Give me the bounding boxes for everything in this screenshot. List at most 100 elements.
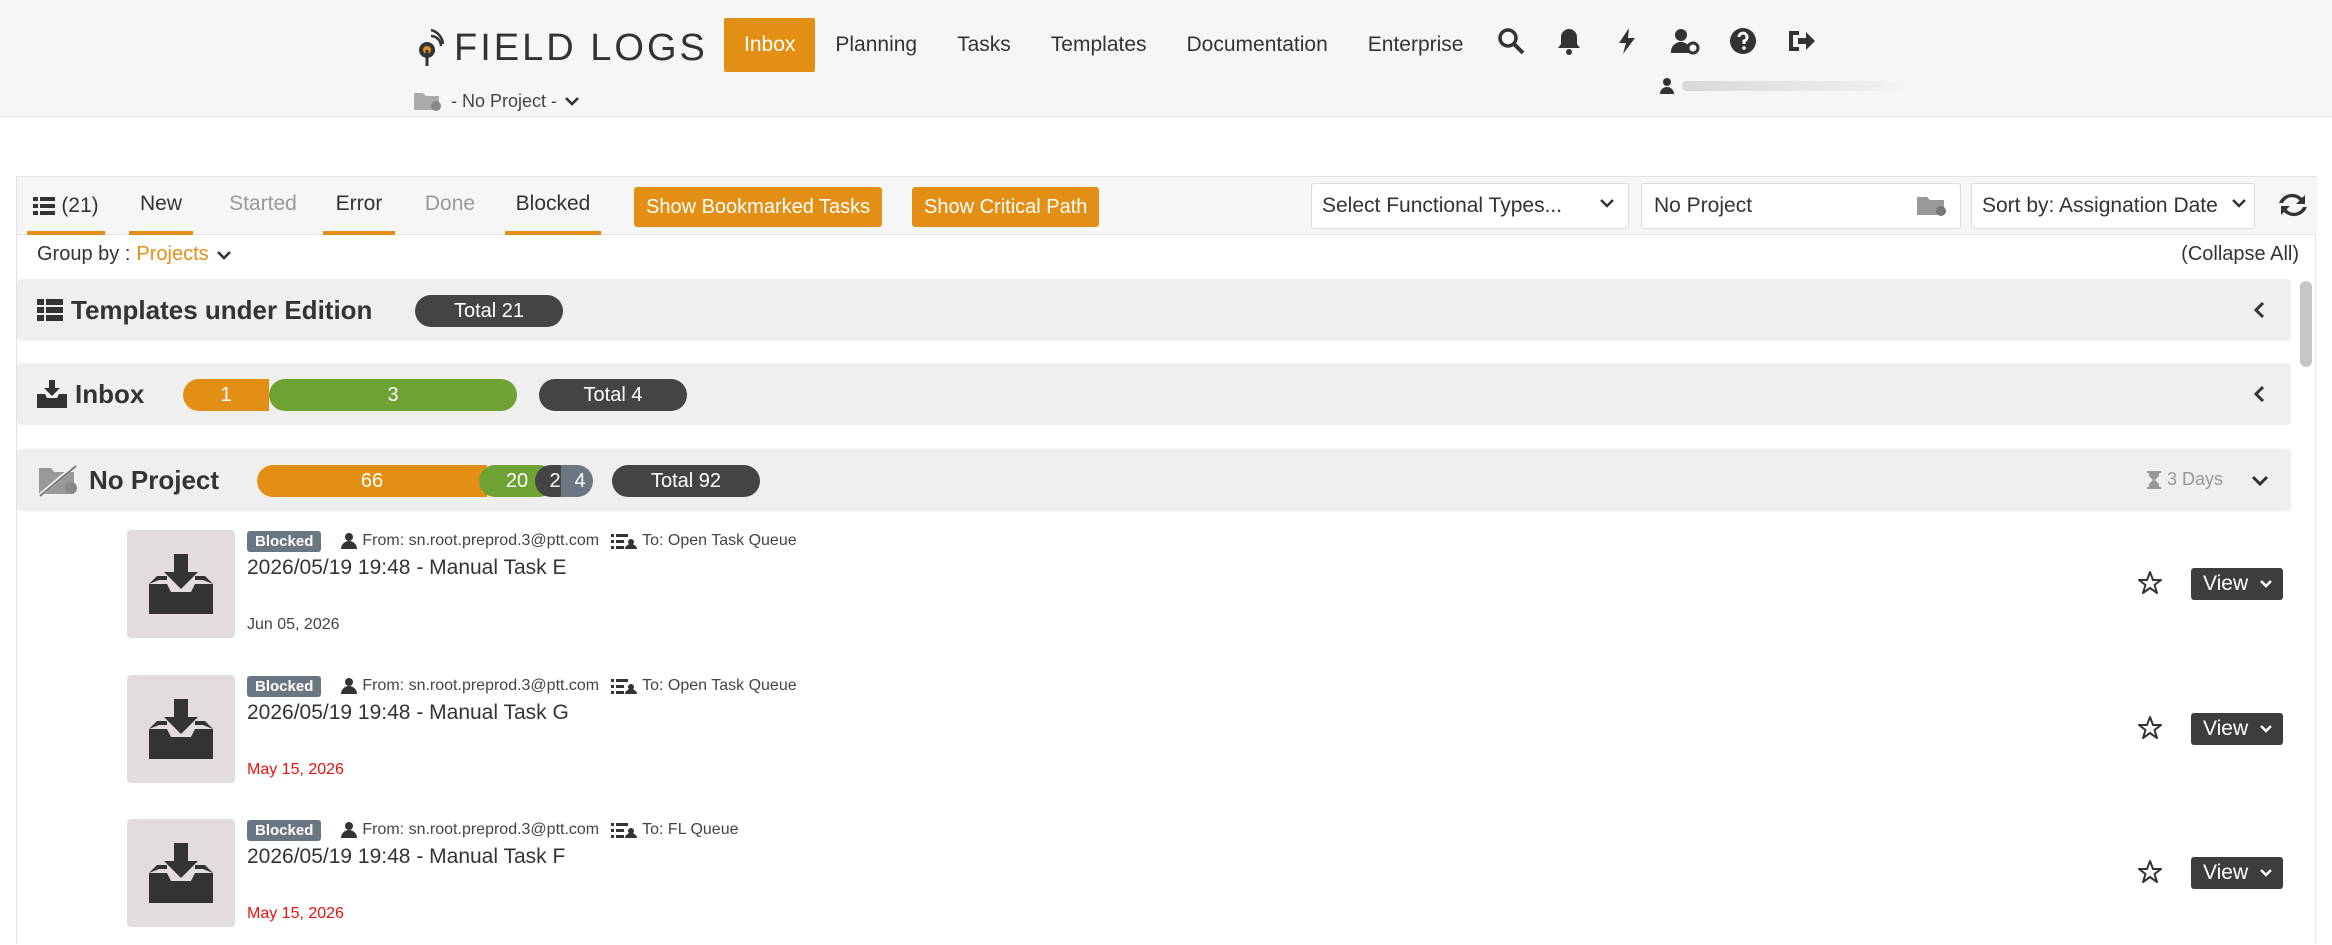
group-duration: 3 Days bbox=[2146, 469, 2223, 490]
view-button-label: View bbox=[2203, 861, 2249, 884]
count-new: 66 bbox=[257, 465, 487, 497]
location-pin-icon bbox=[419, 28, 444, 66]
view-button[interactable]: View bbox=[2191, 568, 2283, 600]
task-title[interactable]: 2026/05/19 19:48 - Manual Task E bbox=[247, 556, 567, 580]
nav-tasks[interactable]: Tasks bbox=[937, 18, 1031, 72]
nav-enterprise[interactable]: Enterprise bbox=[1348, 18, 1484, 72]
list-icon bbox=[37, 299, 63, 321]
group-no-project[interactable]: No Project 66 20 2 4 Total 92 3 Days bbox=[17, 449, 2291, 511]
task-row[interactable]: Blocked From: sn.root.preprod.3@ptt.com … bbox=[127, 530, 2283, 640]
count-started: 3 bbox=[269, 379, 517, 411]
task-due-date: Jun 05, 2026 bbox=[247, 616, 340, 633]
task-due-date: May 15, 2026 bbox=[247, 905, 344, 922]
group-templates-under-edition[interactable]: Templates under Edition Total 21 bbox=[17, 279, 2291, 341]
group-inbox[interactable]: Inbox 1 3 Total 4 bbox=[17, 363, 2291, 425]
project-filter-value: No Project bbox=[1654, 194, 1753, 217]
current-user[interactable] bbox=[1660, 78, 1912, 94]
user-list-icon bbox=[611, 534, 638, 549]
sort-select[interactable]: Sort by: Assignation Date bbox=[1971, 183, 2255, 229]
chevron-down-icon bbox=[2260, 580, 2272, 588]
bookmark-star-icon[interactable] bbox=[2137, 859, 2163, 885]
sign-out-icon[interactable] bbox=[1784, 24, 1818, 58]
task-to: To: Open Task Queue bbox=[642, 532, 797, 549]
nav-documentation[interactable]: Documentation bbox=[1167, 18, 1348, 72]
task-from: From: sn.root.preprod.3@ptt.com bbox=[362, 677, 600, 694]
tab-new[interactable]: New bbox=[129, 177, 193, 235]
tab-error[interactable]: Error bbox=[323, 177, 395, 235]
sort-label: Sort by: Assignation Date bbox=[1982, 194, 2218, 217]
main-nav: Inbox Planning Tasks Templates Documenta… bbox=[724, 18, 1483, 72]
status-badge: Blocked bbox=[247, 675, 322, 697]
refresh-icon[interactable] bbox=[2275, 187, 2311, 223]
user-cog-icon[interactable] bbox=[1668, 24, 1702, 58]
task-row[interactable]: Blocked From: sn.root.preprod.3@ptt.com … bbox=[127, 675, 2283, 785]
tab-started[interactable]: Started bbox=[221, 177, 305, 235]
brand-logo[interactable]: FIELD LOGS bbox=[414, 26, 708, 70]
chevron-down-icon bbox=[2232, 199, 2246, 208]
task-meta: Blocked From: sn.root.preprod.3@ptt.com … bbox=[247, 530, 797, 552]
inbox-download-icon bbox=[37, 380, 67, 408]
project-picker[interactable]: - No Project - bbox=[413, 90, 589, 112]
nav-planning[interactable]: Planning bbox=[815, 18, 937, 72]
task-meta: Blocked From: sn.root.preprod.3@ptt.com … bbox=[247, 819, 739, 841]
total-badge: Total 4 bbox=[539, 379, 687, 411]
all-count: (21) bbox=[61, 194, 99, 217]
group-by-value[interactable]: Projects bbox=[136, 243, 208, 266]
functional-types-placeholder: Select Functional Types... bbox=[1322, 194, 1563, 217]
bookmark-star-icon[interactable] bbox=[2137, 570, 2163, 596]
task-to: To: Open Task Queue bbox=[642, 677, 797, 694]
folder-cog-icon bbox=[414, 93, 441, 111]
bookmark-star-icon[interactable] bbox=[2137, 715, 2163, 741]
nav-inbox[interactable]: Inbox bbox=[724, 18, 816, 72]
functional-types-select[interactable]: Select Functional Types... bbox=[1311, 183, 1629, 229]
user-icon bbox=[341, 533, 358, 549]
view-button[interactable]: View bbox=[2191, 713, 2283, 745]
help-icon[interactable] bbox=[1726, 24, 1760, 58]
bell-icon[interactable] bbox=[1552, 24, 1586, 58]
filter-toolbar: (21) New Started Error Done Blocked Show… bbox=[17, 177, 2317, 235]
collapse-all-link[interactable]: (Collapse All) bbox=[2181, 243, 2299, 266]
tab-blocked[interactable]: Blocked bbox=[505, 177, 601, 235]
task-thumbnail bbox=[127, 675, 235, 783]
tab-all[interactable]: (21) bbox=[27, 177, 105, 235]
show-bookmarked-tasks-button[interactable]: Show Bookmarked Tasks bbox=[634, 187, 883, 227]
chevron-down-icon[interactable] bbox=[2249, 469, 2271, 491]
task-row[interactable]: Blocked From: sn.root.preprod.3@ptt.com … bbox=[127, 819, 2283, 929]
chevron-left-icon[interactable] bbox=[2249, 383, 2271, 405]
group-title-text: Inbox bbox=[75, 378, 145, 409]
task-title[interactable]: 2026/05/19 19:48 - Manual Task F bbox=[247, 845, 565, 869]
nav-icon-group bbox=[1494, 24, 1842, 58]
group-title: Templates under Edition bbox=[37, 279, 372, 341]
chevron-down-icon bbox=[2260, 725, 2272, 733]
group-title: Inbox bbox=[37, 363, 144, 425]
brand-name: FIELD LOGS bbox=[454, 26, 708, 69]
show-critical-path-button[interactable]: Show Critical Path bbox=[912, 187, 1100, 227]
project-filter-field[interactable]: No Project bbox=[1641, 183, 1961, 229]
task-thumbnail bbox=[127, 819, 235, 927]
inbox-download-icon bbox=[149, 554, 213, 614]
task-title[interactable]: 2026/05/19 19:48 - Manual Task G bbox=[247, 701, 569, 725]
chevron-down-icon[interactable] bbox=[215, 246, 233, 264]
status-badge: Blocked bbox=[247, 819, 322, 841]
search-icon[interactable] bbox=[1494, 24, 1528, 58]
duration-text: 3 Days bbox=[2166, 469, 2223, 489]
user-list-icon bbox=[611, 679, 638, 694]
scrollbar-thumb[interactable] bbox=[2300, 281, 2312, 367]
nav-templates[interactable]: Templates bbox=[1031, 18, 1167, 72]
task-panel: (21) New Started Error Done Blocked Show… bbox=[16, 176, 2317, 945]
inbox-download-icon bbox=[149, 699, 213, 759]
tab-done[interactable]: Done bbox=[415, 177, 485, 235]
list-icon bbox=[33, 197, 56, 215]
user-name-redacted bbox=[1682, 81, 1912, 91]
vertical-scrollbar[interactable] bbox=[2297, 275, 2315, 945]
bolt-icon[interactable] bbox=[1610, 24, 1644, 58]
view-button[interactable]: View bbox=[2191, 857, 2283, 889]
group-title-text: Templates under Edition bbox=[71, 294, 373, 325]
user-icon bbox=[341, 822, 358, 838]
task-due-date: May 15, 2026 bbox=[247, 761, 344, 778]
task-thumbnail bbox=[127, 530, 235, 638]
task-meta: Blocked From: sn.root.preprod.3@ptt.com … bbox=[247, 675, 797, 697]
task-from: From: sn.root.preprod.3@ptt.com bbox=[362, 821, 600, 838]
user-icon bbox=[1660, 78, 1674, 94]
chevron-left-icon[interactable] bbox=[2249, 299, 2271, 321]
